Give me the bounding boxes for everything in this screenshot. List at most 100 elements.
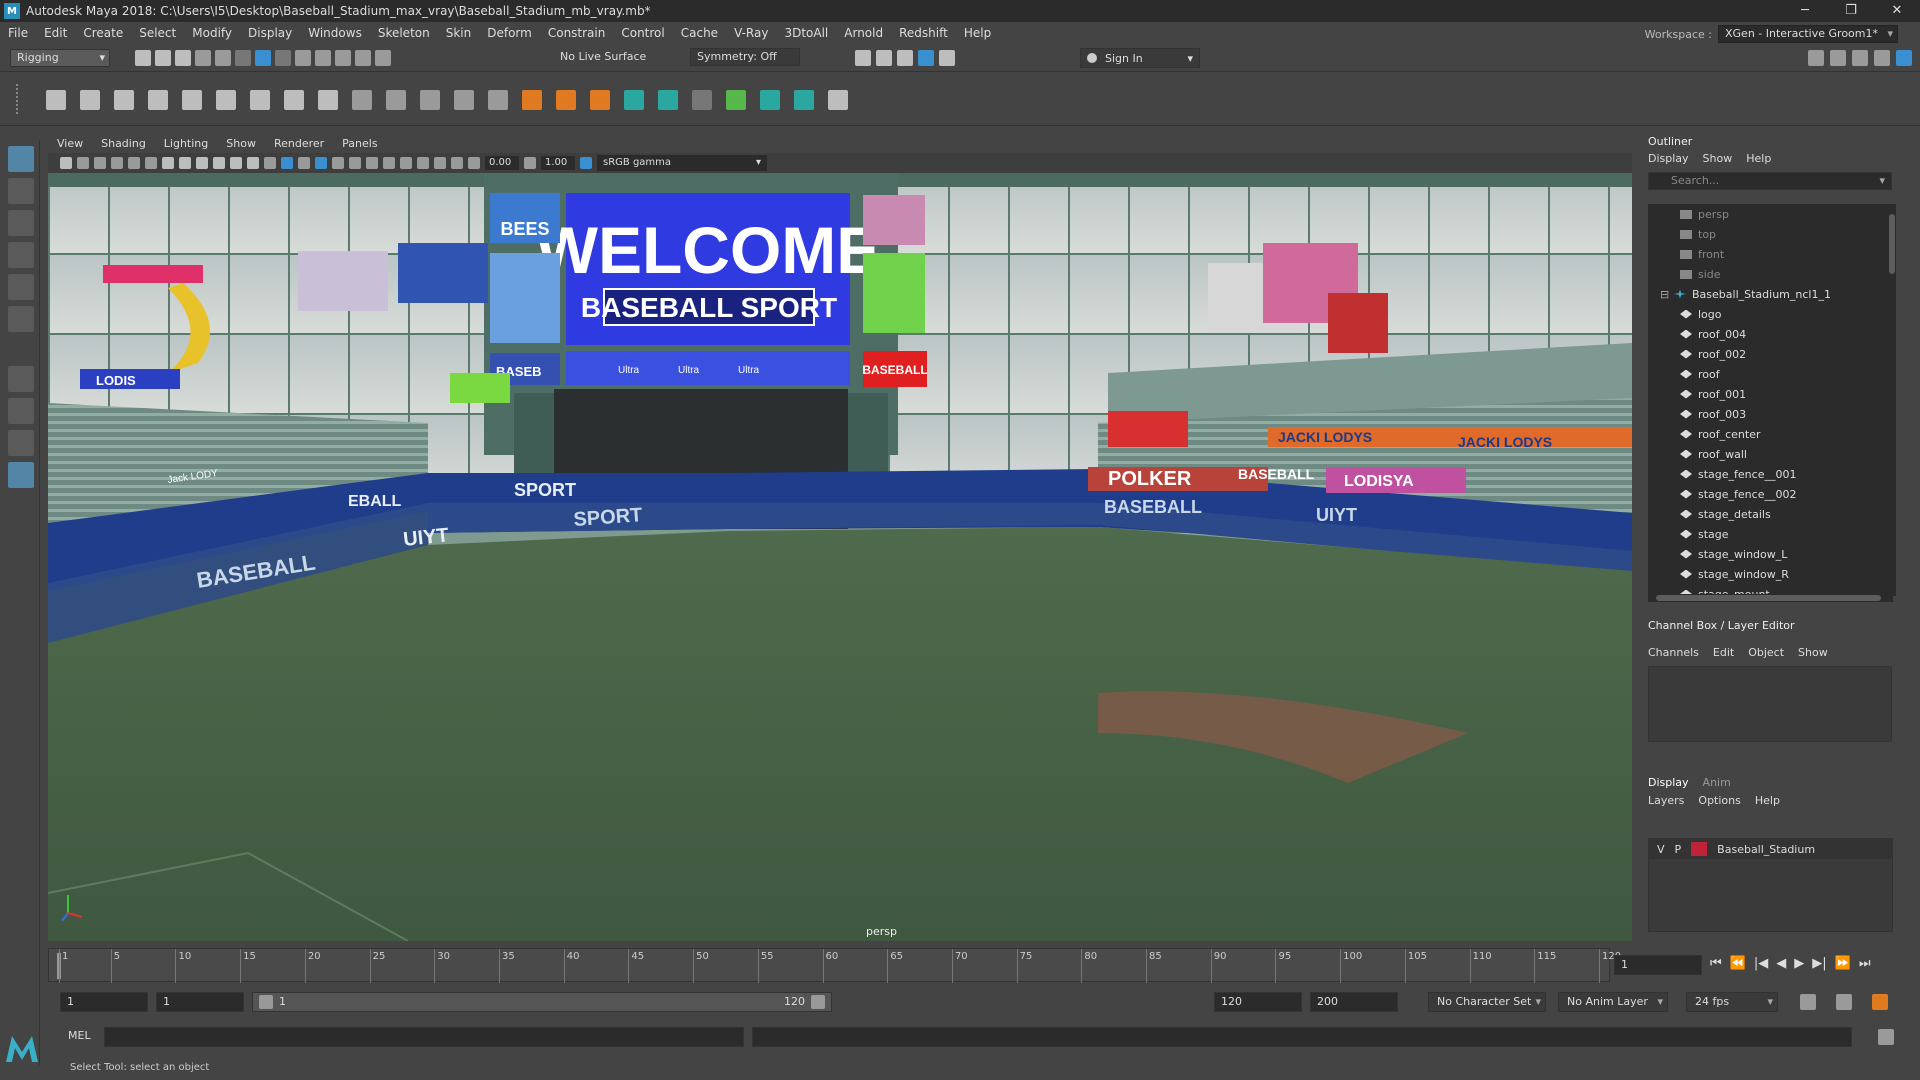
layer-menu-help[interactable]: Help: [1755, 792, 1780, 810]
maximize-button[interactable]: ❐: [1828, 0, 1874, 22]
viewport-menu-show[interactable]: Show: [217, 137, 265, 150]
snap-surface-icon[interactable]: [375, 50, 391, 66]
range-start-handle[interactable]: [259, 995, 273, 1009]
select-hierarchy-icon[interactable]: [235, 50, 251, 66]
collapse-icon[interactable]: ⊟: [1660, 288, 1670, 301]
screen-space-ao-icon[interactable]: [366, 157, 378, 169]
outliner-toggle-icon[interactable]: [1896, 50, 1912, 66]
xray-joints-icon[interactable]: [451, 157, 463, 169]
locator-offset-icon[interactable]: [556, 90, 576, 110]
select-camera-icon[interactable]: [60, 157, 72, 169]
new-scene-icon[interactable]: [135, 50, 151, 66]
layer-row[interactable]: V P Baseball_Stadium: [1649, 839, 1892, 859]
mel-label[interactable]: MEL: [68, 1029, 91, 1042]
open-scene-icon[interactable]: [155, 50, 171, 66]
sign-in-button[interactable]: Sign In: [1080, 48, 1200, 68]
persp-outliner-layout-icon[interactable]: [8, 430, 34, 456]
save-scene-icon[interactable]: [175, 50, 191, 66]
anim-layer-dropdown[interactable]: No Anim Layer: [1558, 992, 1668, 1012]
blend-shape-icon[interactable]: [726, 90, 746, 110]
render-frame-icon[interactable]: [855, 50, 871, 66]
grease-pencil-icon[interactable]: [145, 157, 157, 169]
play-backwards-icon[interactable]: ◀: [1776, 956, 1786, 971]
outliner-item-roof[interactable]: roof: [1648, 364, 1893, 384]
color-management-icon[interactable]: [580, 157, 592, 169]
outliner-item-roof-wall[interactable]: roof_wall: [1648, 444, 1893, 464]
isolate-select-icon[interactable]: [417, 157, 429, 169]
layer-color-swatch[interactable]: [1691, 842, 1708, 856]
pole-vector-icon[interactable]: [488, 90, 508, 110]
hik-icon[interactable]: [590, 90, 610, 110]
gate-mask-icon[interactable]: [213, 157, 225, 169]
skeleton-definition-icon[interactable]: [658, 90, 678, 110]
outliner-item-roof-center[interactable]: roof_center: [1648, 424, 1893, 444]
playback-start-field[interactable]: 1: [156, 992, 244, 1012]
outliner-menu-display[interactable]: Display: [1648, 150, 1689, 168]
bind-skin-icon[interactable]: [216, 90, 236, 110]
character-set-dropdown[interactable]: No Character Set: [1428, 992, 1546, 1012]
outliner-item-stage[interactable]: stage: [1648, 524, 1893, 544]
aim-constraint-icon[interactable]: [386, 90, 406, 110]
smooth-shade-icon[interactable]: [281, 157, 293, 169]
outliner-vertical-scrollbar[interactable]: [1888, 204, 1896, 596]
outliner-item-stage-details[interactable]: stage_details: [1648, 504, 1893, 524]
menu-skeleton[interactable]: Skeleton: [370, 22, 438, 44]
outliner-item-stage-window-r[interactable]: stage_window_R: [1648, 564, 1893, 584]
outliner-item-logo[interactable]: logo: [1648, 304, 1893, 324]
paint-weights-icon[interactable]: [250, 90, 270, 110]
2d-pan-zoom-icon[interactable]: [128, 157, 140, 169]
fps-dropdown[interactable]: 24 fps: [1686, 992, 1778, 1012]
viewport-menu-panels[interactable]: Panels: [333, 137, 386, 150]
viewport-menu-view[interactable]: View: [48, 137, 92, 150]
film-gate-icon[interactable]: [179, 157, 191, 169]
outliner-item-stage-fence-002[interactable]: stage_fence__002: [1648, 484, 1893, 504]
wireframe-icon[interactable]: [264, 157, 276, 169]
menu-constrain[interactable]: Constrain: [540, 22, 614, 44]
tool-settings-icon[interactable]: [1852, 50, 1868, 66]
undo-icon[interactable]: [195, 50, 211, 66]
outliner-item-stage-fence-001[interactable]: stage_fence__001: [1648, 464, 1893, 484]
channelbox-menu-show[interactable]: Show: [1798, 644, 1828, 662]
layer-menu-options[interactable]: Options: [1698, 792, 1740, 810]
field-chart-icon[interactable]: [230, 157, 242, 169]
ik-spline-icon[interactable]: [114, 90, 134, 110]
outliner-item-side[interactable]: side: [1648, 264, 1893, 284]
viewport-menu-lighting[interactable]: Lighting: [155, 137, 217, 150]
menuset-dropdown[interactable]: Rigging: [10, 49, 110, 67]
motion-blur-icon[interactable]: [383, 157, 395, 169]
minimize-button[interactable]: ─: [1782, 0, 1828, 22]
view-transform-dropdown[interactable]: sRGB gamma: [597, 155, 767, 171]
menu-redshift[interactable]: Redshift: [891, 22, 956, 44]
pin-icon[interactable]: [828, 90, 848, 110]
joint-tool-icon[interactable]: [46, 90, 66, 110]
menu-help[interactable]: Help: [956, 22, 999, 44]
viewport-menu-renderer[interactable]: Renderer: [265, 137, 333, 150]
symmetry-dropdown[interactable]: Symmetry: Off: [690, 48, 800, 66]
anim-preferences-icon[interactable]: [1872, 994, 1888, 1010]
attribute-editor-icon[interactable]: [1830, 50, 1846, 66]
render-view-icon[interactable]: [939, 50, 955, 66]
time-slider[interactable]: 1 5 10 15 20 25 30 35 40 45 50 55 60 65 70 75 80 85 90 95 10…: [48, 948, 1621, 983]
step-back-frame-icon[interactable]: |◀: [1754, 956, 1768, 971]
layer-menu-layers[interactable]: Layers: [1648, 792, 1684, 810]
select-tool-icon[interactable]: [8, 146, 34, 172]
playback-end-field[interactable]: 120: [1214, 992, 1302, 1012]
single-perspective-layout-icon[interactable]: [8, 366, 34, 392]
tab-display[interactable]: Display: [1648, 774, 1689, 792]
orient-constraint-icon[interactable]: [420, 90, 440, 110]
range-slider[interactable]: 1 120: [252, 992, 832, 1012]
select-object-icon[interactable]: [255, 50, 271, 66]
close-button[interactable]: ✕: [1874, 0, 1920, 22]
grid-toggle-icon[interactable]: [162, 157, 174, 169]
step-forward-key-icon[interactable]: ⏩: [1835, 956, 1851, 971]
resolution-gate-icon[interactable]: [196, 157, 208, 169]
outliner-item-persp[interactable]: persp: [1648, 204, 1893, 224]
menu-edit[interactable]: Edit: [36, 22, 75, 44]
snap-grid-icon[interactable]: [295, 50, 311, 66]
step-back-key-icon[interactable]: ⏪: [1730, 956, 1746, 971]
image-plane-icon[interactable]: [111, 157, 123, 169]
tab-anim[interactable]: Anim: [1703, 774, 1731, 792]
command-input[interactable]: [104, 1027, 744, 1047]
ik-handle-icon[interactable]: [80, 90, 100, 110]
menu-cache[interactable]: Cache: [673, 22, 726, 44]
